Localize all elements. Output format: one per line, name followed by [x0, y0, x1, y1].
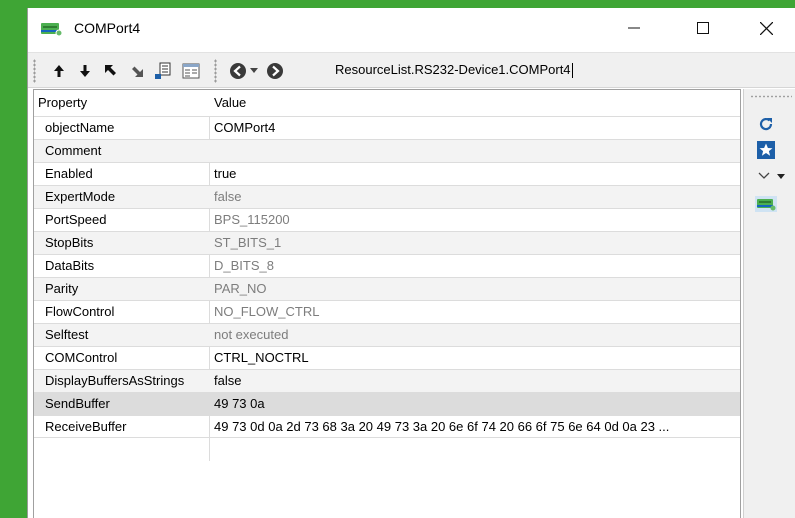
history-dropdown-icon	[250, 68, 258, 73]
property-name: Comment	[45, 143, 102, 158]
maximize-icon	[697, 22, 709, 34]
property-name: ReceiveBuffer	[45, 419, 127, 434]
table-row[interactable]: DisplayBuffersAsStrings false	[34, 369, 740, 392]
device-button[interactable]	[755, 193, 777, 215]
property-value[interactable]: ST_BITS_1	[214, 235, 281, 250]
table-row[interactable]: Selftest not executed	[34, 323, 740, 346]
minimize-icon	[628, 27, 640, 29]
property-value[interactable]: 49 73 0d 0a 2d 73 68 3a 20 49 73 3a 20 6…	[214, 419, 669, 434]
refresh-icon	[759, 117, 773, 131]
insert-icon	[155, 62, 171, 79]
text-caret	[571, 63, 573, 79]
table-row[interactable]: Enabled true	[34, 162, 740, 185]
com-port-window: COMPort4 ResourceList.RS232-Device1.COMP…	[27, 8, 795, 518]
property-value[interactable]: NO_FLOW_CTRL	[214, 304, 319, 319]
property-value[interactable]: CTRL_NOCTRL	[214, 350, 309, 365]
table-row[interactable]: Comment	[34, 139, 740, 162]
favorite-button[interactable]	[755, 139, 777, 161]
property-value[interactable]: COMPort4	[214, 120, 275, 135]
property-value[interactable]: not executed	[214, 327, 288, 342]
properties-button[interactable]	[180, 59, 202, 83]
table-row[interactable]: Parity PAR_NO	[34, 277, 740, 300]
table-row[interactable]: StopBits ST_BITS_1	[34, 231, 740, 254]
table-header: Property Value	[34, 90, 740, 116]
property-column-header[interactable]: Property	[38, 95, 87, 110]
refresh-button[interactable]	[755, 113, 777, 135]
table-row[interactable]: ExpertMode false	[34, 185, 740, 208]
history-dropdown-button[interactable]	[247, 59, 261, 83]
side-toolbar	[743, 89, 795, 518]
property-value[interactable]: D_BITS_8	[214, 258, 274, 273]
insert-button[interactable]	[152, 59, 174, 83]
table-row[interactable]: COMControl CTRL_NOCTRL	[34, 346, 740, 369]
back-button[interactable]	[227, 59, 249, 83]
table-row[interactable]: FlowControl NO_FLOW_CTRL	[34, 300, 740, 323]
property-value[interactable]: BPS_115200	[214, 212, 290, 227]
properties-icon	[182, 63, 200, 79]
more-dropdown-button[interactable]	[755, 165, 789, 187]
property-value[interactable]: false	[214, 189, 241, 204]
property-value[interactable]: true	[214, 166, 236, 181]
close-icon	[759, 21, 773, 35]
move-down-button[interactable]	[74, 59, 96, 83]
toolbar-grip-2[interactable]	[214, 59, 217, 83]
forward-icon	[267, 63, 283, 79]
com-device-icon	[41, 23, 63, 36]
title-bar[interactable]: COMPort4	[28, 8, 795, 48]
property-value[interactable]: false	[214, 373, 241, 388]
property-name: Selftest	[45, 327, 89, 342]
property-name: ExpertMode	[45, 189, 116, 204]
forward-button[interactable]	[264, 59, 286, 83]
window-title: COMPort4	[74, 20, 141, 36]
minimize-button[interactable]	[611, 8, 657, 48]
property-name: DisplayBuffersAsStrings	[45, 373, 185, 388]
property-name: COMControl	[45, 350, 118, 365]
move-up-button[interactable]	[48, 59, 70, 83]
property-name: Parity	[45, 281, 79, 296]
property-value[interactable]: PAR_NO	[214, 281, 267, 296]
table-row[interactable]: objectName COMPort4	[34, 116, 740, 139]
maximize-button[interactable]	[680, 8, 726, 48]
property-name: StopBits	[45, 235, 94, 250]
favorite-star-icon	[757, 141, 775, 159]
move-up-icon	[54, 65, 64, 77]
move-bottom-icon	[132, 66, 143, 77]
close-button[interactable]	[743, 8, 789, 48]
property-table: Property Value objectName COMPort4 Commen…	[33, 89, 741, 518]
toolbar-grip[interactable]	[33, 59, 36, 83]
property-name: Enabled	[45, 166, 93, 181]
property-name: PortSpeed	[45, 212, 107, 227]
address-text: ResourceList.RS232-Device1.COMPort4	[335, 62, 571, 77]
move-top-button[interactable]	[100, 59, 122, 83]
table-row[interactable]: ReceiveBuffer 49 73 0d 0a 2d 73 68 3a 20 …	[34, 415, 740, 438]
back-icon	[230, 63, 246, 79]
device-icon	[755, 196, 777, 212]
move-bottom-button[interactable]	[126, 59, 148, 83]
table-row-selected[interactable]: SendBuffer 49 73 0a	[34, 392, 740, 415]
move-down-icon	[80, 65, 90, 77]
value-column-header[interactable]: Value	[214, 95, 246, 110]
property-value[interactable]: 49 73 0a	[214, 396, 265, 411]
address-field[interactable]: ResourceList.RS232-Device1.COMPort4	[335, 62, 573, 79]
move-top-icon	[105, 65, 116, 76]
toolbar: ResourceList.RS232-Device1.COMPort4	[28, 52, 795, 88]
property-name: objectName	[45, 120, 115, 135]
side-toolbar-grip[interactable]	[750, 95, 792, 98]
property-name: DataBits	[45, 258, 95, 273]
property-name: FlowControl	[45, 304, 115, 319]
table-row[interactable]: PortSpeed BPS_115200	[34, 208, 740, 231]
more-dropdown-icon	[758, 172, 785, 179]
table-row[interactable]: DataBits D_BITS_8	[34, 254, 740, 277]
property-name: SendBuffer	[45, 396, 110, 411]
